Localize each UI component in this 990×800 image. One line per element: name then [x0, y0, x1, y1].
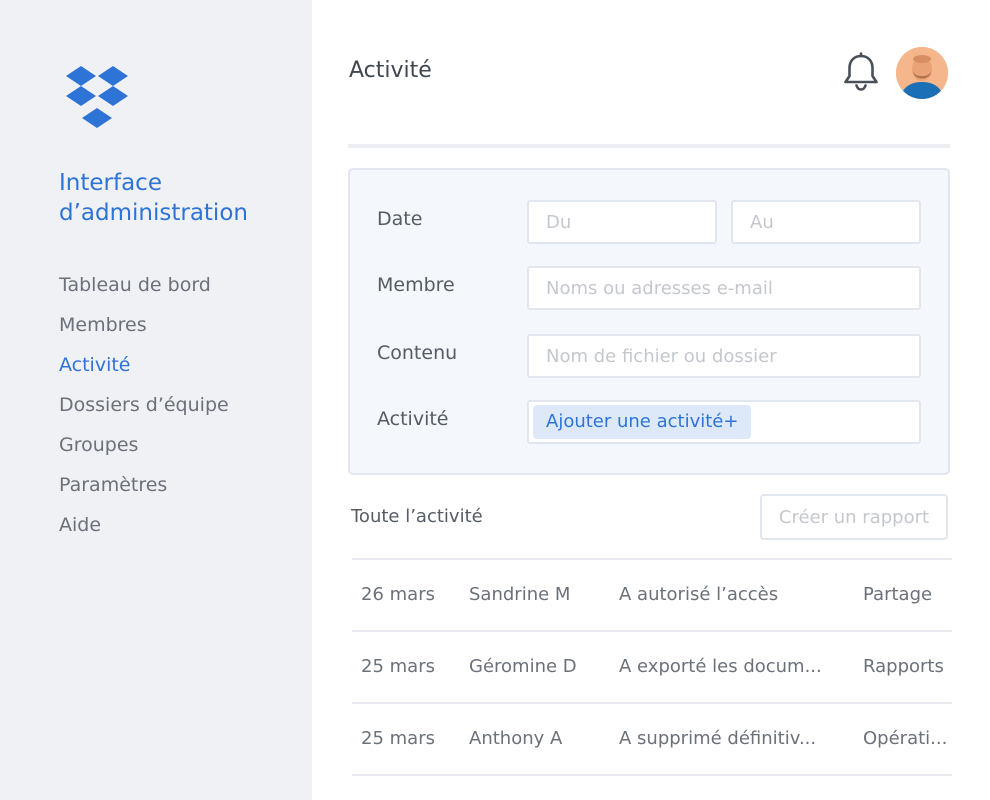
- header-divider: [348, 144, 950, 148]
- main-content: Activité Date Membre Contenu Activité Aj…: [312, 0, 990, 800]
- add-activity-chip[interactable]: Ajouter une activité+: [533, 405, 752, 439]
- date-label: Date: [377, 208, 423, 230]
- sidebar-item-aide[interactable]: Aide: [59, 510, 229, 550]
- row-member: Sandrine M: [469, 584, 571, 605]
- sidebar: Interface d’administration Tableau de bo…: [0, 0, 312, 800]
- user-avatar[interactable]: [896, 47, 948, 99]
- content-search-input[interactable]: [527, 334, 921, 378]
- table-row[interactable]: 26 mars Sandrine M A autorisé l’accès Pa…: [352, 560, 952, 632]
- row-date: 26 mars: [361, 584, 435, 605]
- sidebar-item-activite[interactable]: Activité: [59, 350, 229, 390]
- activity-filter-field[interactable]: Ajouter une activité+: [527, 400, 921, 444]
- activity-label: Activité: [377, 408, 449, 430]
- row-date: 25 mars: [361, 728, 435, 749]
- sidebar-item-tableau-de-bord[interactable]: Tableau de bord: [59, 270, 229, 310]
- dropbox-logo-icon[interactable]: [62, 66, 132, 132]
- row-type: Rapports: [863, 656, 944, 677]
- activity-section-title: Toute l’activité: [351, 506, 483, 527]
- row-action: A exporté les docum...: [619, 656, 822, 677]
- avatar-portrait: [896, 47, 948, 99]
- row-type: Partage: [863, 584, 933, 605]
- sidebar-item-dossiers-equipe[interactable]: Dossiers d’équipe: [59, 390, 229, 430]
- row-action: A supprimé définitiv...: [619, 728, 817, 749]
- product-title: Interface d’administration: [59, 170, 248, 226]
- member-label: Membre: [377, 274, 455, 296]
- table-row[interactable]: 25 mars Anthony A A supprimé définitiv..…: [352, 704, 952, 776]
- sidebar-nav: Tableau de bord Membres Activité Dossier…: [59, 270, 229, 550]
- row-member: Anthony A: [469, 728, 563, 749]
- sidebar-item-groupes[interactable]: Groupes: [59, 430, 229, 470]
- content-label: Contenu: [377, 342, 458, 364]
- row-type: Opérati...: [863, 728, 948, 749]
- row-action: A autorisé l’accès: [619, 584, 779, 605]
- date-to-input[interactable]: [731, 200, 921, 244]
- sidebar-item-membres[interactable]: Membres: [59, 310, 229, 350]
- member-search-input[interactable]: [527, 266, 921, 310]
- create-report-button[interactable]: Créer un rapport: [760, 494, 948, 540]
- activity-table: 26 mars Sandrine M A autorisé l’accès Pa…: [352, 558, 952, 776]
- filter-panel: Date Membre Contenu Activité Ajouter une…: [348, 168, 950, 475]
- row-member: Géromine D: [469, 656, 577, 677]
- sidebar-item-parametres[interactable]: Paramètres: [59, 470, 229, 510]
- row-date: 25 mars: [361, 656, 435, 677]
- date-from-input[interactable]: [527, 200, 717, 244]
- bell-icon[interactable]: [842, 52, 880, 92]
- page-title: Activité: [349, 58, 432, 83]
- table-row[interactable]: 25 mars Géromine D A exporté les docum..…: [352, 632, 952, 704]
